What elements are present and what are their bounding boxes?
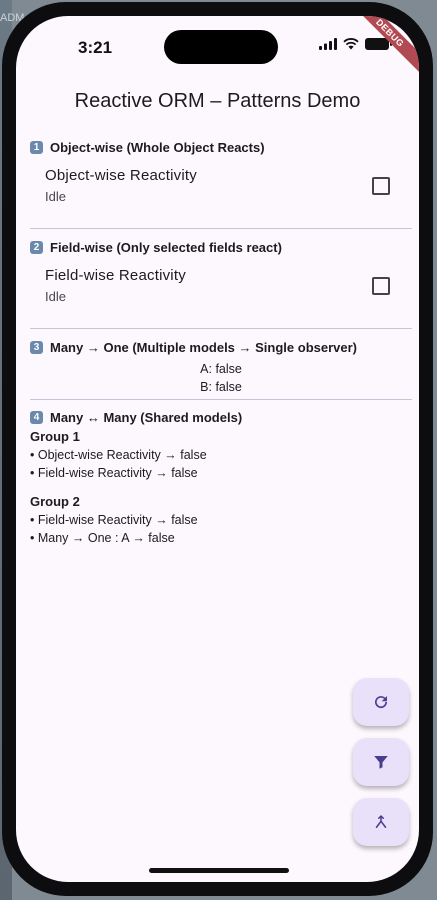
- tile-subtitle: Idle: [45, 189, 66, 204]
- refresh-button[interactable]: [353, 678, 409, 726]
- group-1: Group 1 • Object-wise Reactivity → false…: [30, 429, 412, 482]
- group-title: Group 1: [30, 429, 80, 444]
- observer-values: A: false B: false: [30, 360, 412, 396]
- section-header: 4 Many ↔ Many (Shared models): [30, 410, 412, 425]
- signal-icon: [319, 38, 337, 50]
- number-badge-icon: 2: [30, 241, 43, 254]
- dynamic-island: [164, 30, 278, 64]
- number-badge-icon: 4: [30, 411, 43, 424]
- field-wise-checkbox[interactable]: [372, 277, 390, 295]
- object-wise-toggle-tile[interactable]: Object-wise Reactivity Idle: [30, 167, 412, 215]
- phone-frame: 3:21 DEBUG Reactive ORM – Patterns Demo: [2, 2, 433, 896]
- value-b: B: false: [200, 380, 242, 394]
- list-item: • Many → One : A → false: [30, 531, 175, 545]
- filter-button[interactable]: [353, 738, 409, 786]
- list-item: • Field-wise Reactivity → false: [30, 513, 198, 527]
- group-title: Group 2: [30, 494, 80, 509]
- merge-button[interactable]: [353, 798, 409, 846]
- merge-icon: [375, 815, 387, 828]
- section-header: 1 Object-wise (Whole Object Reacts): [30, 140, 412, 155]
- section-header: 2 Field-wise (Only selected fields react…: [30, 240, 412, 255]
- section-object-wise: 1 Object-wise (Whole Object Reacts) Obje…: [30, 140, 412, 215]
- tile-subtitle: Idle: [45, 289, 66, 304]
- value-a: A: false: [200, 362, 242, 376]
- status-icons: [319, 38, 392, 50]
- divider: [30, 328, 412, 329]
- number-badge-icon: 1: [30, 141, 43, 154]
- section-title: Many ↔ Many (Shared models): [50, 410, 243, 425]
- filter-icon: [374, 756, 388, 769]
- section-title: Field-wise (Only selected fields react): [50, 240, 282, 255]
- refresh-icon: [375, 696, 388, 709]
- section-title: Many → One (Multiple models → Single obs…: [50, 340, 357, 355]
- battery-icon: [365, 38, 392, 50]
- wifi-icon: [343, 38, 359, 50]
- object-wise-checkbox[interactable]: [372, 177, 390, 195]
- section-field-wise: 2 Field-wise (Only selected fields react…: [30, 240, 412, 315]
- section-many-to-many: 4 Many ↔ Many (Shared models) Group 1 • …: [30, 410, 412, 547]
- list-item: • Field-wise Reactivity → false: [30, 466, 198, 480]
- status-bar: 3:21: [16, 16, 419, 76]
- list-item: • Object-wise Reactivity → false: [30, 448, 207, 462]
- section-title: Object-wise (Whole Object Reacts): [50, 140, 265, 155]
- divider: [30, 228, 412, 229]
- app-screen: 3:21 DEBUG Reactive ORM – Patterns Demo: [16, 16, 419, 882]
- field-wise-toggle-tile[interactable]: Field-wise Reactivity Idle: [30, 267, 412, 315]
- page-title: Reactive ORM – Patterns Demo: [74, 90, 361, 112]
- tile-title: Field-wise Reactivity: [45, 267, 186, 284]
- status-time: 3:21: [78, 38, 113, 57]
- group-2: Group 2 • Field-wise Reactivity → false …: [30, 494, 412, 547]
- tile-title: Object-wise Reactivity: [45, 167, 197, 184]
- home-indicator: [149, 868, 289, 873]
- divider: [30, 399, 412, 400]
- section-many-to-one: 3 Many → One (Multiple models → Single o…: [30, 340, 412, 396]
- number-badge-icon: 3: [30, 341, 43, 354]
- section-header: 3 Many → One (Multiple models → Single o…: [30, 340, 412, 355]
